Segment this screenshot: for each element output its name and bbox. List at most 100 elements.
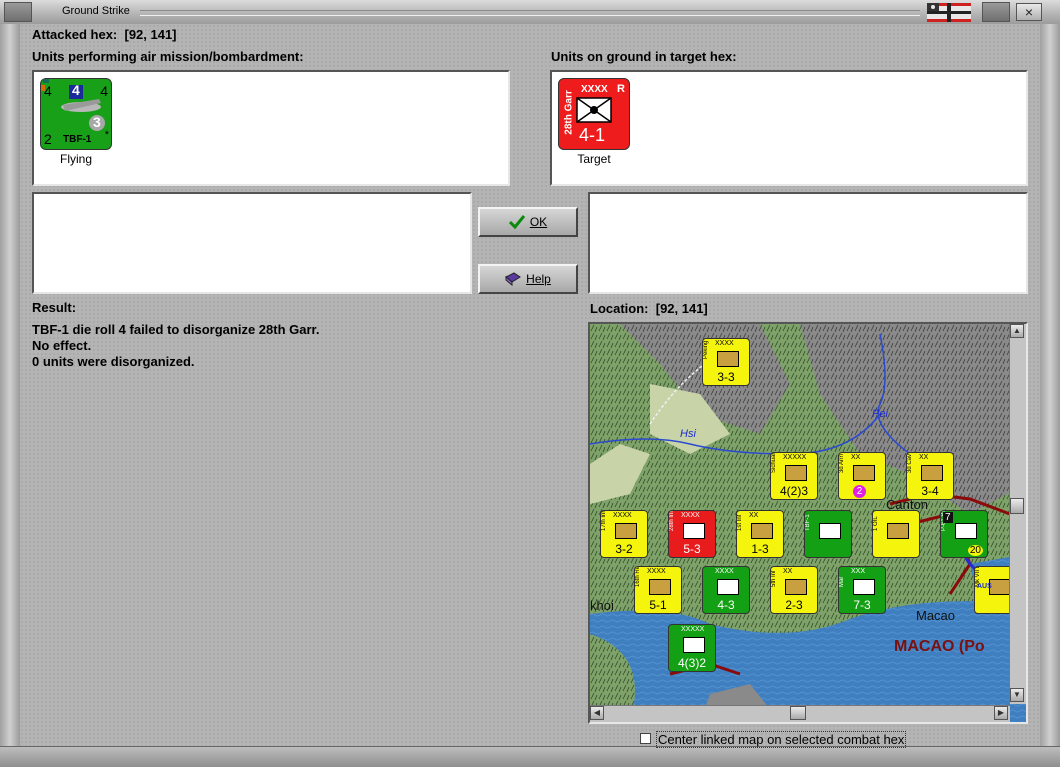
unit-symbol-icon [683, 637, 705, 653]
close-button[interactable]: × [1016, 3, 1042, 21]
ground-unit-caption: Target [577, 152, 611, 166]
map-counter-name: Peking [703, 340, 709, 359]
air-units-label: Units performing air mission/bombardment… [32, 49, 304, 64]
unit-symbol-icon [853, 465, 875, 481]
map-unit-counter[interactable]: P-61 Black Widow720 [940, 510, 988, 558]
map-counter-size: XXXXX [783, 454, 807, 461]
map-unit-counter[interactable]: XXXX 17th Inf 3-2 [600, 510, 648, 558]
map-counter-name: 3d Arm [839, 453, 845, 473]
unit-symbol-icon [683, 523, 705, 539]
attacked-hex-label: Attacked hex: [92, 141] [32, 27, 177, 42]
map-counter-name: Mar [839, 576, 845, 587]
help-button[interactable]: Help [478, 264, 578, 294]
map-view[interactable]: Hsi Pei Canton Macao MACAO (Po khoi XXXX… [588, 322, 1028, 724]
map-counter-strength: 5-1 [649, 598, 667, 612]
28th-garr-ground-unit-counter[interactable]: 28th Garr XXXX R 4-1 [558, 78, 630, 150]
help-book-icon [505, 272, 522, 286]
result-line: No effect. [32, 338, 92, 353]
left-frame-rail [0, 24, 20, 746]
map-vertical-scrollbar[interactable]: ▲ ▼ [1009, 324, 1026, 704]
unit-symbol-icon [955, 523, 977, 539]
unit-symbol-icon [989, 579, 1011, 595]
map-label-pei: Pei [872, 408, 888, 420]
map-unit-counter[interactable]: XXX Mar 7-3 [838, 566, 886, 614]
attacked-hex-value: [92, 141] [124, 27, 177, 42]
map-unit-counter[interactable]: XX 3d Cav 3-4 [906, 452, 954, 500]
unit-symbol-icon [751, 523, 773, 539]
map-unit-counter[interactable]: XXXXX 4(3)2 [668, 624, 716, 672]
unit-symbol-icon [717, 351, 739, 367]
title-bar: Ground Strike × [0, 0, 1060, 25]
right-frame-rail [1040, 24, 1060, 746]
ground-units-label: Units on ground in target hex: [551, 49, 737, 64]
map-counter-strength: 3-2 [615, 542, 633, 556]
scroll-left-icon[interactable]: ◀ [590, 706, 604, 720]
title-bar-groove [140, 10, 920, 16]
map-counter-name: 28th Inf [669, 510, 675, 531]
tbf1-air-unit-counter[interactable]: 4 4 4 3 2 TBF-1 * [40, 78, 112, 150]
vertical-scroll-thumb[interactable] [1010, 498, 1024, 514]
map-counter-size: XXXX [647, 568, 666, 575]
location-label: Location: [92, 141] [590, 301, 708, 316]
map-counter-country: AUS [977, 583, 992, 590]
map-counter-name: 3d Cav [907, 453, 913, 473]
map-counter-top-value: 7 [943, 512, 953, 523]
map-unit-counter[interactable]: TBF-1 [804, 510, 852, 558]
map-unit-counter[interactable]: XX3d Arm32 [838, 452, 886, 500]
map-counter-name: 1 OIL [873, 516, 879, 531]
unit-symbol-icon [921, 465, 943, 481]
result-label: Result: [32, 300, 77, 315]
map-counter-name: 5th Inf [771, 570, 777, 587]
center-map-checkbox-label[interactable]: Center linked map on selected combat hex [656, 731, 907, 748]
map-unit-counter[interactable]: XXXX Peking 3-3 [702, 338, 750, 386]
map-counter-size: XX [749, 512, 759, 519]
center-map-checkbox[interactable] [640, 733, 651, 744]
map-counter-circle: 2 [853, 485, 866, 498]
map-counter-name: TBF-1 [805, 514, 811, 531]
map-counter-strength: 4(3)2 [677, 656, 706, 670]
title-bar-cap-right [982, 2, 1010, 22]
map-horizontal-scrollbar[interactable]: ◀ ▶ [590, 705, 1010, 722]
unit-symbol-icon [649, 579, 671, 595]
map-unit-counter[interactable]: XXXX 28th Inf 5-3 [668, 510, 716, 558]
window-title: Ground Strike [62, 5, 130, 17]
map-label-khoi: khoi [590, 598, 614, 613]
system-menu-icon[interactable] [4, 2, 32, 22]
ok-button[interactable]: OK [478, 207, 578, 237]
map-counter-strength: 3-4 [921, 484, 939, 498]
defender-detail-panel[interactable] [588, 192, 1028, 294]
map-counter-name: 1st Inf [737, 514, 743, 531]
map-unit-counter[interactable]: XX 1st Inf 1-3 [736, 510, 784, 558]
map-counter-name: 16th Rec [635, 566, 641, 587]
attacker-detail-panel[interactable] [32, 192, 472, 294]
unit-symbol-icon [853, 579, 875, 595]
air-units-panel[interactable]: 4 4 4 3 2 TBF-1 * Flying [32, 70, 510, 186]
ground-units-panel[interactable]: 28th Garr XXXX R 4-1 Target [550, 70, 1028, 186]
scroll-up-icon[interactable]: ▲ [1010, 324, 1024, 338]
result-line: TBF-1 die roll 4 failed to disorganize 2… [32, 322, 320, 337]
map-counter-size: XXXX [613, 512, 632, 519]
unit-symbol-icon [717, 579, 739, 595]
map-counter-size: XX [783, 568, 793, 575]
map-label-macao-portugal: MACAO (Po [894, 638, 985, 655]
map-unit-counter[interactable]: 1 OIL [872, 510, 920, 558]
map-unit-counter[interactable]: XX 5th Inf 2-3 [770, 566, 818, 614]
map-counter-strength: 4-3 [717, 598, 735, 612]
map-counter-name: 17th Inf [601, 510, 607, 531]
horizontal-scroll-thumb[interactable] [790, 706, 806, 720]
map-unit-counter[interactable]: XXXX 4-3 [702, 566, 750, 614]
map-counter-strength: 1-3 [751, 542, 769, 556]
map-counter-size: XXXXX [681, 626, 705, 633]
map-unit-counter[interactable]: XXXX 16th Rec 5-1 [634, 566, 682, 614]
unit-symbol-icon [785, 465, 807, 481]
map-counter-name: Sichuan [771, 452, 777, 473]
unit-symbol-icon [615, 523, 637, 539]
unit-symbol-icon [785, 579, 807, 595]
oil-barrels-icon [887, 523, 909, 539]
location-value: [92, 141] [655, 301, 708, 316]
map-counter-size: XX [851, 454, 861, 461]
unit-symbol-icon [819, 523, 841, 539]
map-unit-counter[interactable]: XXXXX Sichuan 4(2)3 [770, 452, 818, 500]
scroll-down-icon[interactable]: ▼ [1010, 688, 1024, 702]
scroll-right-icon[interactable]: ▶ [994, 706, 1008, 720]
